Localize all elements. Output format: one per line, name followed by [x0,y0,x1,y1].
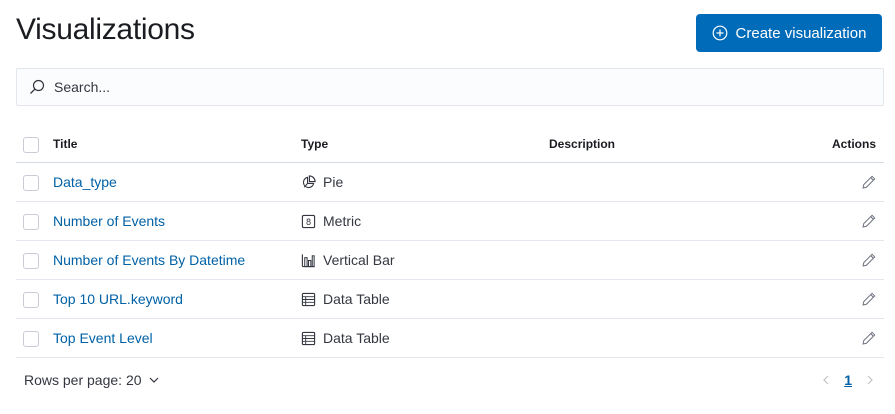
rows-per-page-button[interactable]: Rows per page: 20 [24,372,160,388]
create-visualization-button[interactable]: Create visualization [696,14,882,52]
visualization-title-link[interactable]: Top Event Level [53,330,153,346]
previous-page-icon[interactable] [820,374,832,386]
data-table-icon [301,292,316,306]
plus-circle-icon [712,25,727,41]
visualization-title-link[interactable]: Number of Events [53,213,165,229]
data-table-icon [301,331,316,345]
column-header-actions: Actions [831,137,876,151]
table-row: Number of Events 8 Metric [16,202,884,241]
visualizations-table: Title Type Description Actions Data_type… [16,126,884,358]
table-footer: Rows per page: 20 1 [16,372,884,392]
visualization-title-link[interactable]: Number of Events By Datetime [53,252,245,268]
svg-text:8: 8 [306,216,311,226]
metric-icon: 8 [301,214,316,228]
row-checkbox[interactable] [23,253,39,269]
pencil-icon[interactable] [862,331,876,345]
page-number-button[interactable]: 1 [844,372,852,388]
visualization-title-link[interactable]: Data_type [53,174,117,190]
page-title: Visualizations [16,13,195,46]
column-header-title[interactable]: Title [53,126,77,162]
pencil-icon[interactable] [862,175,876,189]
rows-per-page-label: Rows per page: 20 [24,372,142,388]
search-bar[interactable] [16,68,884,106]
visualization-type-label: Vertical Bar [323,252,395,268]
pagination: 1 [820,372,876,388]
visualization-type-label: Data Table [323,330,390,346]
select-all-checkbox[interactable] [23,137,39,153]
table-row: Number of Events By Datetime Vertical Ba… [16,241,884,280]
table-header-row: Title Type Description Actions [16,126,884,163]
column-header-description: Description [549,137,616,151]
column-header-type[interactable]: Type [301,126,328,162]
table-row: Data_type Pie [16,163,884,202]
table-row: Top Event Level Data Table [16,319,884,358]
row-checkbox[interactable] [23,214,39,230]
table-row: Top 10 URL.keyword Data Table [16,280,884,319]
visualization-title-link[interactable]: Top 10 URL.keyword [53,291,183,307]
visualization-type-label: Pie [323,174,344,190]
pie-icon [302,174,316,188]
row-checkbox[interactable] [23,175,39,191]
create-visualization-label: Create visualization [735,24,867,42]
pencil-icon[interactable] [862,214,876,228]
next-page-icon[interactable] [864,374,876,386]
row-checkbox[interactable] [23,331,39,347]
visualization-type-label: Data Table [323,291,390,307]
visualization-type-label: Metric [323,213,362,229]
search-input[interactable] [54,79,854,95]
pencil-icon[interactable] [862,253,876,267]
vertical-bar-icon [301,253,315,267]
chevron-down-icon [149,377,158,383]
search-icon [30,79,45,94]
row-checkbox[interactable] [23,292,39,308]
pencil-icon[interactable] [862,292,876,306]
